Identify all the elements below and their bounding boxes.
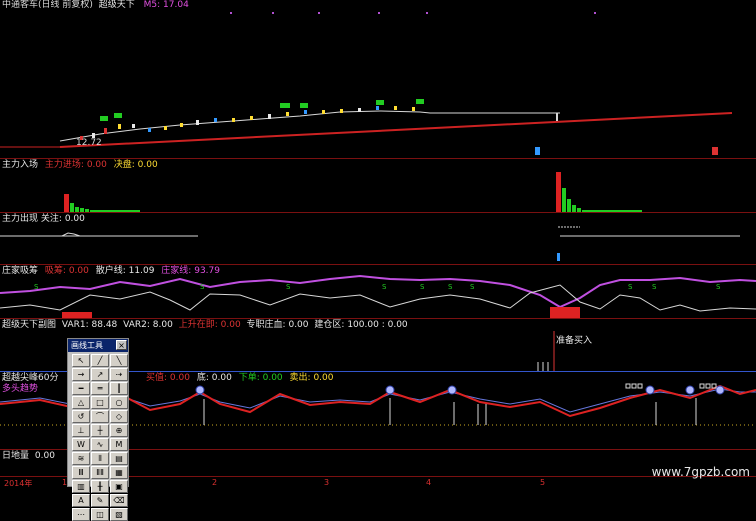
draw-tool-button[interactable]: ╲ [110,354,128,367]
main-chart-panel[interactable]: 中通客车(日线 前复权) 超级天下 M5: 17.04 12.72 [0,0,756,158]
toolbox-title-bar[interactable]: 画线工具 × [68,339,128,352]
draw-tool-button[interactable]: ⅡⅡ [91,466,109,479]
draw-tool-button[interactable]: ≋ [72,452,90,465]
volume-svg [64,172,642,212]
draw-tool-button[interactable]: □ [91,396,109,409]
draw-tool-button[interactable]: ↺ [72,410,90,423]
svg-text:S: S [716,283,721,291]
axis-tick-4: 4 [426,478,432,487]
ground-volume-name: 日地量 [2,451,30,461]
svg-text:S: S [470,283,475,291]
svg-text:S: S [652,283,657,291]
draw-tool-button[interactable]: ⌫ [110,494,128,507]
draw-tool-button[interactable]: ⊕ [110,424,128,437]
candles [80,106,558,140]
toolbox-title: 画线工具 [71,341,103,350]
kline-svg [0,12,733,155]
draw-tool-button[interactable]: ▤ [110,452,128,465]
draw-tool-button[interactable]: → [72,368,90,381]
draw-tool-button[interactable]: M [110,438,128,451]
draw-tool-button[interactable]: ═ [91,382,109,395]
attention-panel[interactable]: 主力出现 关注: 0.00 [0,213,756,264]
draw-tool-button[interactable]: ✎ [91,494,109,507]
draw-tool-button[interactable]: ◫ [91,508,109,521]
svg-text:S: S [382,283,387,291]
axis-tick-5: 5 [540,478,546,487]
draw-tool-button[interactable]: ▦ [110,466,128,479]
svg-text:S: S [200,283,205,291]
axis-tick-2: 2 [212,478,218,487]
attention-svg [0,226,740,261]
red-block-marker [712,147,718,155]
draw-tool-button[interactable]: ⊥ [72,424,90,437]
banker-svg: SSSS SSSS SS [0,274,756,318]
toolbox-tool-grid: ↖ ╱ ╲ → ↗ ⇢ ━ ═ ┃ △ □ ○ ↺ ⌒ ◇ ⊥ ┼ ⊕ W ∿ M ≋ ⫴ ▤ Ⅲ ⅡⅡ ▦ ▥ ╫ ▣ A ✎ ⌫ ⋯ ◫ ▧ [68,352,128,521]
draw-tool-button[interactable]: ◇ [110,410,128,423]
draw-tool-button[interactable]: ↗ [91,368,109,381]
toolbox-close-button[interactable]: × [116,340,127,350]
blue-block-marker [535,147,540,155]
axis-tick-3: 3 [324,478,330,487]
svg-text:S: S [34,283,39,291]
watermark: www.7gpzb.com [651,465,750,479]
draw-tool-button[interactable]: ○ [110,396,128,409]
svg-text:S: S [448,283,453,291]
draw-tool-button[interactable]: ╱ [91,354,109,367]
draw-tool-button[interactable]: △ [72,396,90,409]
svg-text:S: S [628,283,633,291]
draw-tool-button[interactable]: ⫴ [91,452,109,465]
draw-tool-button[interactable]: ↖ [72,354,90,367]
draw-tool-button[interactable]: W [72,438,90,451]
draw-tool-button[interactable]: ▧ [110,508,128,521]
top-tick-marks [230,12,596,14]
axis-year-label: 2014年 [4,479,33,488]
trend-line [59,112,733,148]
draw-tool-button[interactable]: ┃ [110,382,128,395]
svg-text:S: S [286,283,291,291]
buy-signal-markers [100,99,424,121]
draw-tool-button[interactable]: Ⅲ [72,466,90,479]
svg-text:S: S [420,283,425,291]
ground-volume-value: 0.00 [34,451,55,461]
drawing-toolbox[interactable]: 画线工具 × ↖ ╱ ╲ → ↗ ⇢ ━ ═ ┃ △ □ ○ ↺ ⌒ ◇ ⊥ ┼ ⊕ W ∿ M ≋ ⫴ ▤ Ⅲ ⅡⅡ ▦ ▥ ╫ ▣ A ✎… [67,338,129,521]
draw-tool-button[interactable]: ⋯ [72,508,90,521]
low-price-label: 12.72 [76,138,102,148]
draw-tool-button[interactable]: ⇢ [110,368,128,381]
draw-tool-button[interactable]: ⌒ [91,410,109,423]
bottom-header: 日地量 0.00 [2,451,55,462]
draw-tool-button[interactable]: ┼ [91,424,109,437]
draw-tool-button[interactable]: ━ [72,382,90,395]
draw-tool-button[interactable]: A [72,494,90,507]
draw-tool-button[interactable]: ∿ [91,438,109,451]
banker-panel[interactable]: 庄家吸筹 吸筹: 0.00 散户线: 11.09 庄家线: 93.79 SSSS… [0,265,756,318]
volume-panel[interactable]: 主力入场 主力进场: 0.00 决盘: 0.00 [0,159,756,212]
